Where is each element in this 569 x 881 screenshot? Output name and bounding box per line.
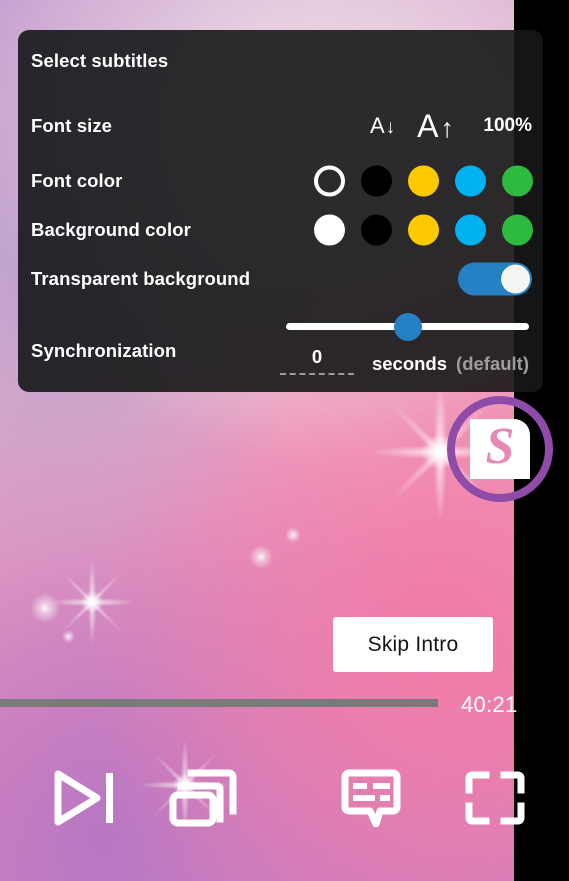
synchronization-slider-thumb[interactable] bbox=[393, 312, 422, 341]
multi-window-icon bbox=[169, 769, 237, 826]
transparent-background-toggle[interactable] bbox=[458, 262, 532, 296]
subtitle-settings-panel: Select subtitles Font size A ↓ A ↑ 100% … bbox=[18, 30, 543, 392]
next-episode-button[interactable] bbox=[42, 750, 128, 845]
background-color-swatch-cyan[interactable] bbox=[455, 214, 486, 246]
synchronization-unit-label: seconds bbox=[371, 353, 448, 374]
skip-intro-button[interactable]: Skip Intro bbox=[333, 617, 493, 672]
row-font-size: Font size A ↓ A ↑ 100% bbox=[18, 105, 543, 147]
background-color-label: Background color bbox=[31, 219, 191, 240]
font-size-value: 100% bbox=[483, 115, 532, 136]
fullscreen-icon bbox=[465, 771, 525, 824]
font-color-swatch-black[interactable] bbox=[361, 165, 392, 197]
logo-tile: S bbox=[470, 419, 530, 479]
row-synchronization: Synchronization 0 seconds (default) bbox=[18, 308, 543, 380]
font-color-swatch-green[interactable] bbox=[502, 165, 533, 197]
fullscreen-button[interactable] bbox=[452, 750, 538, 845]
video-player-screen: Select subtitles Font size A ↓ A ↑ 100% … bbox=[0, 0, 569, 881]
subtitles-button[interactable] bbox=[328, 750, 414, 845]
font-size-increase-glyph: A bbox=[417, 108, 439, 144]
background-color-swatch-green[interactable] bbox=[502, 214, 533, 246]
font-color-swatch-yellow[interactable] bbox=[408, 165, 439, 197]
arrow-up-icon: ↑ bbox=[440, 113, 455, 143]
row-font-color: Font color bbox=[18, 160, 543, 202]
player-control-bar bbox=[0, 750, 569, 850]
arrow-down-icon: ↓ bbox=[385, 117, 396, 138]
font-size-label: Font size bbox=[31, 115, 113, 136]
synchronization-value-input[interactable]: 0 bbox=[280, 346, 354, 375]
font-size-decrease-button[interactable]: A ↓ bbox=[369, 113, 396, 138]
background-color-swatch-yellow[interactable] bbox=[408, 214, 439, 246]
logo-letter: S bbox=[485, 418, 515, 475]
background-color-swatch-group bbox=[314, 214, 533, 246]
font-color-swatch-cyan[interactable] bbox=[455, 165, 486, 197]
font-color-swatch-white[interactable] bbox=[314, 165, 345, 197]
multi-window-button[interactable] bbox=[160, 750, 246, 845]
font-size-decrease-glyph: A bbox=[369, 113, 385, 138]
transparent-background-label: Transparent background bbox=[31, 268, 251, 289]
font-color-label: Font color bbox=[31, 170, 123, 191]
row-transparent-background: Transparent background bbox=[18, 258, 543, 300]
font-size-increase-button[interactable]: A ↑ bbox=[417, 110, 454, 142]
time-remaining-label: 40:21 bbox=[461, 692, 518, 717]
background-color-swatch-black[interactable] bbox=[361, 214, 392, 246]
synchronization-label: Synchronization bbox=[31, 340, 177, 361]
font-color-swatch-group bbox=[314, 165, 533, 197]
channel-logo: S bbox=[447, 396, 553, 502]
row-background-color: Background color bbox=[18, 209, 543, 251]
panel-title: Select subtitles bbox=[31, 50, 169, 71]
subtitles-icon bbox=[341, 769, 401, 827]
progress-bar[interactable] bbox=[0, 699, 438, 707]
toggle-knob bbox=[501, 264, 530, 294]
background-color-swatch-white[interactable] bbox=[314, 214, 345, 246]
synchronization-default-note: (default) bbox=[456, 353, 529, 374]
next-episode-icon bbox=[54, 770, 113, 825]
